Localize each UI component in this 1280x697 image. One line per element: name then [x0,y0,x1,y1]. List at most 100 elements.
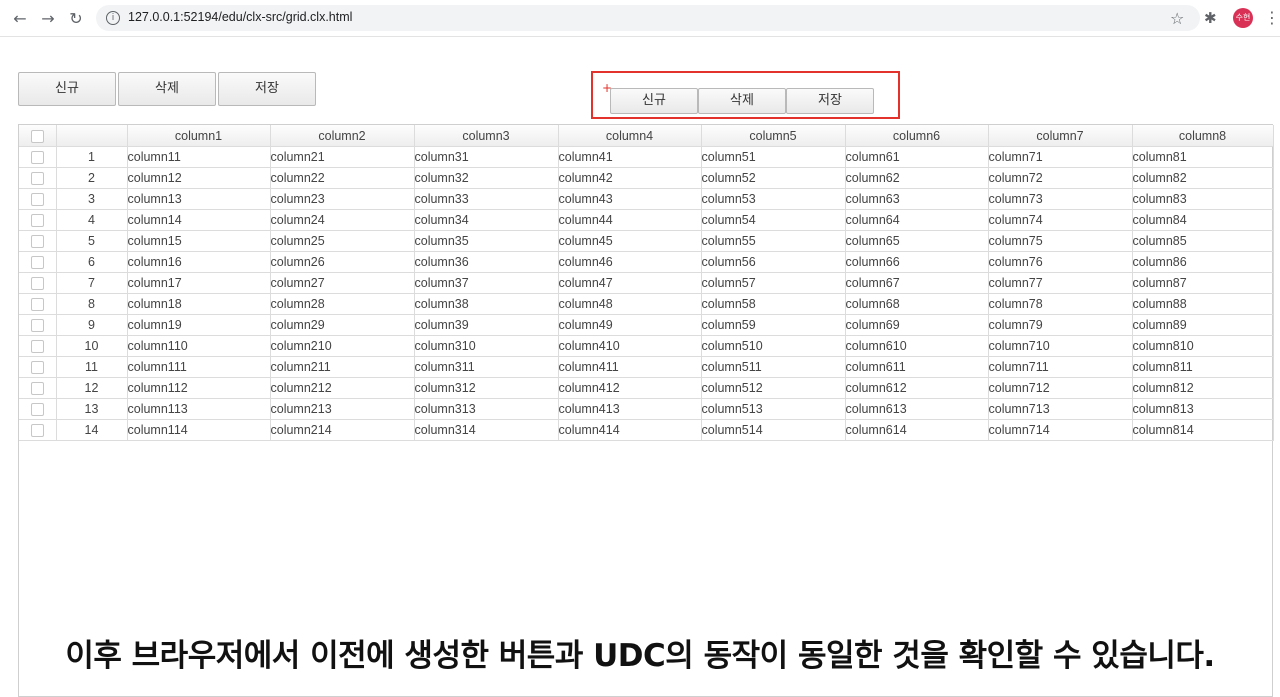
back-icon[interactable]: ← [9,8,31,30]
grid-cell[interactable]: column810 [1132,335,1274,357]
grid-cell[interactable]: column511 [701,356,846,378]
reload-icon[interactable]: ↻ [65,8,87,30]
grid-cell[interactable]: column66 [845,251,989,273]
row-checkbox[interactable] [30,319,44,333]
grid-cell[interactable]: column110 [127,335,271,357]
udc-save-button[interactable]: 저장 [786,88,874,114]
row-check-cell[interactable] [19,251,57,273]
extensions-icon[interactable]: ✱ [1204,9,1217,27]
grid-cell[interactable]: column714 [988,419,1133,441]
grid-cell[interactable]: column63 [845,188,989,210]
grid-cell[interactable]: column311 [414,356,559,378]
grid-cell[interactable]: column43 [558,188,702,210]
grid-cell[interactable]: column37 [414,272,559,294]
udc-delete-button[interactable]: 삭제 [698,88,786,114]
header-column4[interactable]: column4 [558,125,702,147]
grid-cell[interactable]: column612 [845,377,989,399]
grid-cell[interactable]: column310 [414,335,559,357]
grid-cell[interactable]: column26 [270,251,415,273]
row-checkbox[interactable] [30,214,44,228]
avatar[interactable]: 수현 [1233,8,1253,28]
grid-cell[interactable]: column18 [127,293,271,315]
save-button[interactable]: 저장 [218,72,316,106]
grid-cell[interactable]: column41 [558,146,702,168]
grid-cell[interactable]: column75 [988,230,1133,252]
grid-cell[interactable]: column57 [701,272,846,294]
grid-cell[interactable]: column711 [988,356,1133,378]
grid-cell[interactable]: column512 [701,377,846,399]
grid-cell[interactable]: column13 [127,188,271,210]
grid-cell[interactable]: column71 [988,146,1133,168]
table-row[interactable]: 11 column111 column211 column311 column411 co… [19,356,1274,378]
grid-cell[interactable]: column82 [1132,167,1274,189]
grid-cell[interactable]: column53 [701,188,846,210]
menu-icon[interactable]: ⋮ [1264,8,1280,27]
table-row[interactable]: 10 column110 column210 column310 column410 co… [19,335,1274,357]
header-check-cell[interactable] [19,125,57,147]
grid-cell[interactable]: column611 [845,356,989,378]
data-grid[interactable]: column1 column2 column3 column4 column5 … [18,124,1274,697]
grid-cell[interactable]: column47 [558,272,702,294]
grid-cell[interactable]: column73 [988,188,1133,210]
grid-cell[interactable]: column11 [127,146,271,168]
grid-cell[interactable]: column513 [701,398,846,420]
grid-cell[interactable]: column86 [1132,251,1274,273]
header-column1[interactable]: column1 [127,125,271,147]
grid-cell[interactable]: column713 [988,398,1133,420]
row-checkbox[interactable] [30,340,44,354]
grid-cell[interactable]: column51 [701,146,846,168]
row-check-cell[interactable] [19,230,57,252]
row-check-cell[interactable] [19,398,57,420]
grid-cell[interactable]: column56 [701,251,846,273]
grid-cell[interactable]: column72 [988,167,1133,189]
grid-cell[interactable]: column31 [414,146,559,168]
grid-cell[interactable]: column712 [988,377,1133,399]
grid-cell[interactable]: column111 [127,356,271,378]
grid-cell[interactable]: column29 [270,314,415,336]
grid-cell[interactable]: column54 [701,209,846,231]
grid-cell[interactable]: column59 [701,314,846,336]
grid-cell[interactable]: column14 [127,209,271,231]
grid-cell[interactable]: column814 [1132,419,1274,441]
grid-cell[interactable]: column514 [701,419,846,441]
row-checkbox[interactable] [30,298,44,312]
row-checkbox[interactable] [30,382,44,396]
table-row[interactable]: 13 column113 column213 column313 column413 co… [19,398,1274,420]
grid-cell[interactable]: column38 [414,293,559,315]
row-check-cell[interactable] [19,209,57,231]
grid-cell[interactable]: column55 [701,230,846,252]
grid-cell[interactable]: column85 [1132,230,1274,252]
grid-cell[interactable]: column39 [414,314,559,336]
grid-cell[interactable]: column313 [414,398,559,420]
table-row[interactable]: 14 column114 column214 column314 column414 co… [19,419,1274,441]
row-checkbox[interactable] [30,151,44,165]
info-icon[interactable]: i [106,11,120,25]
grid-cell[interactable]: column58 [701,293,846,315]
grid-cell[interactable]: column214 [270,419,415,441]
grid-cell[interactable]: column24 [270,209,415,231]
row-checkbox[interactable] [30,193,44,207]
grid-cell[interactable]: column12 [127,167,271,189]
grid-cell[interactable]: column49 [558,314,702,336]
grid-cell[interactable]: column67 [845,272,989,294]
grid-cell[interactable]: column88 [1132,293,1274,315]
delete-button[interactable]: 삭제 [118,72,216,106]
row-check-cell[interactable] [19,314,57,336]
grid-cell[interactable]: column813 [1132,398,1274,420]
grid-cell[interactable]: column78 [988,293,1133,315]
grid-cell[interactable]: column25 [270,230,415,252]
udc-new-button[interactable]: 신규 [610,88,698,114]
grid-cell[interactable]: column410 [558,335,702,357]
table-row[interactable]: 12 column112 column212 column312 column412 co… [19,377,1274,399]
grid-cell[interactable]: column314 [414,419,559,441]
grid-cell[interactable]: column411 [558,356,702,378]
grid-cell[interactable]: column510 [701,335,846,357]
grid-cell[interactable]: column44 [558,209,702,231]
row-check-cell[interactable] [19,188,57,210]
grid-cell[interactable]: column210 [270,335,415,357]
row-checkbox[interactable] [30,235,44,249]
grid-cell[interactable]: column414 [558,419,702,441]
select-all-checkbox[interactable] [30,129,44,143]
grid-cell[interactable]: column32 [414,167,559,189]
grid-cell[interactable]: column46 [558,251,702,273]
